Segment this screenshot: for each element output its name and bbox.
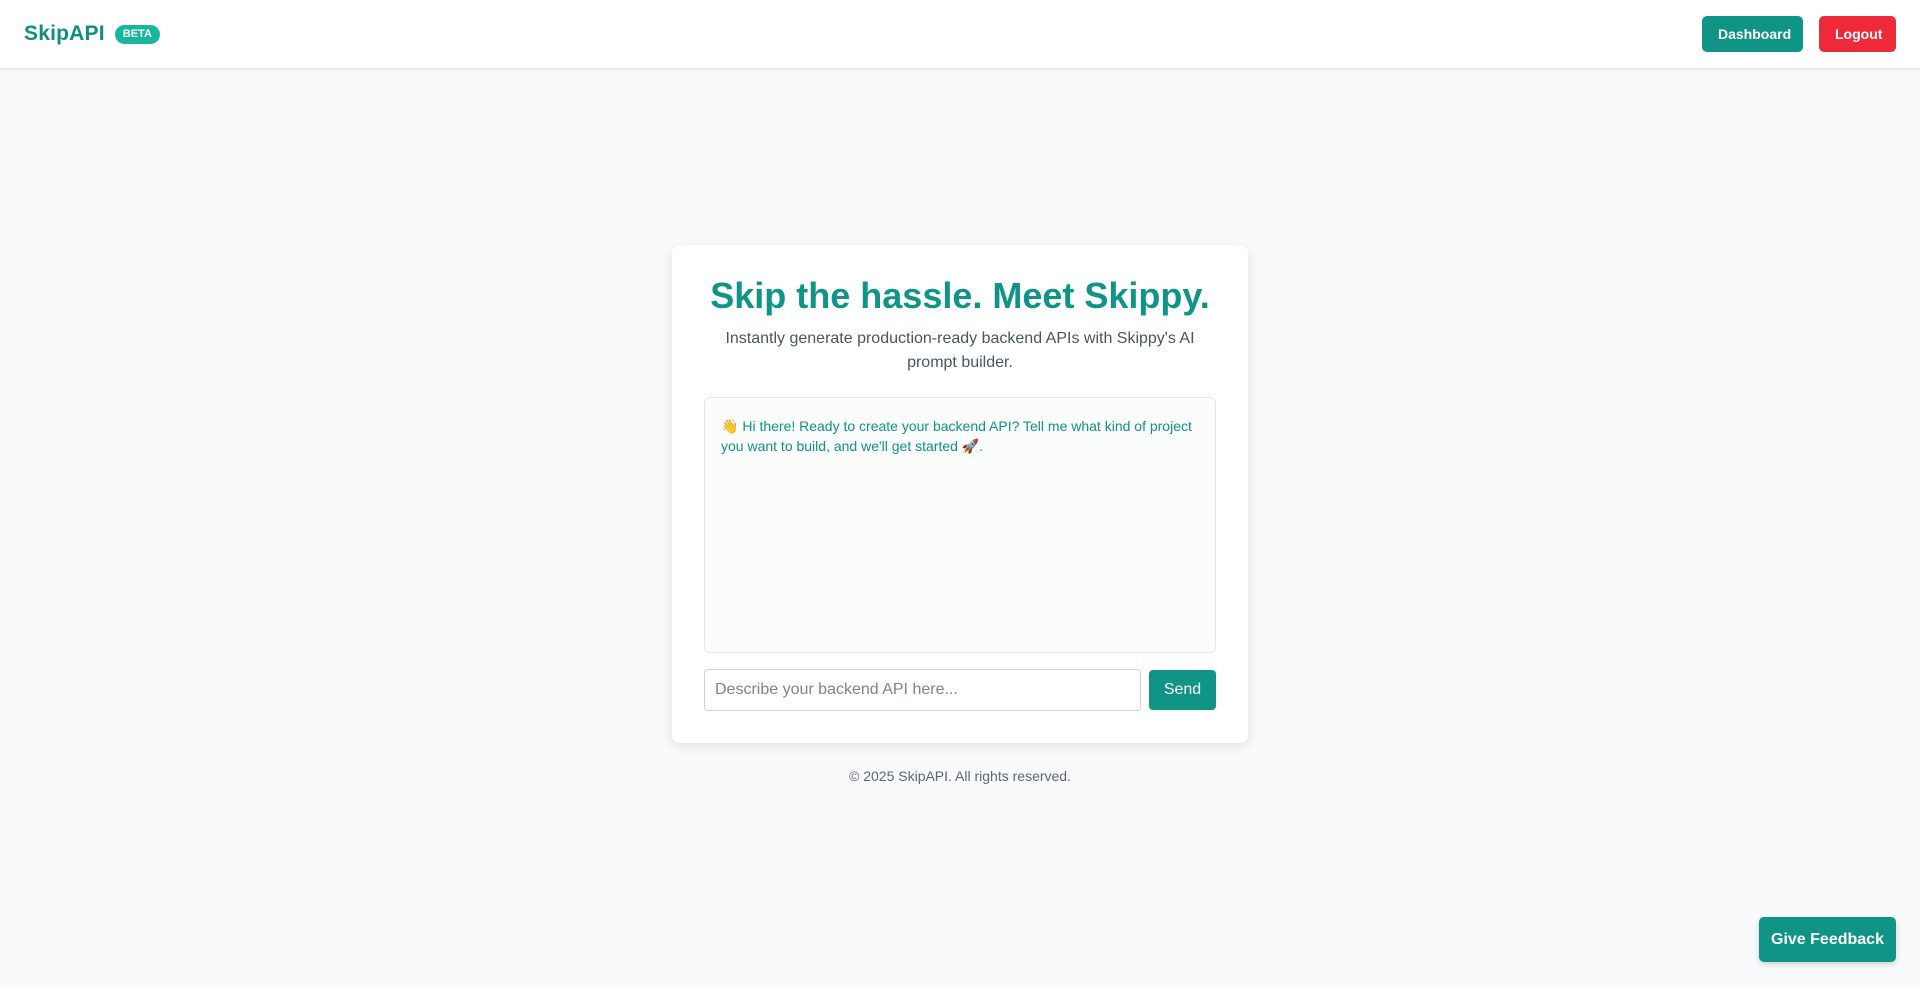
chat-history[interactable]: 👋 Hi there! Ready to create your backend…: [704, 397, 1216, 653]
beta-badge: BETA: [114, 24, 160, 44]
give-feedback-button[interactable]: Give Feedback: [1759, 917, 1896, 962]
page-subtitle: Instantly generate production-ready back…: [725, 330, 1195, 371]
bot-message-punct: .: [979, 438, 984, 454]
chat-input-row: Send: [704, 669, 1216, 711]
rocket-icon: 🚀: [961, 438, 980, 454]
brand-logo[interactable]: SkipAPI BETA: [24, 22, 160, 46]
bot-message: 👋 Hi there! Ready to create your backend…: [721, 416, 1199, 456]
top-navbar: SkipAPI BETA Dashboard Logout: [0, 0, 1920, 68]
prompt-builder-card: Skip the hassle. Meet Skippy. Instantly …: [672, 245, 1248, 743]
footer-copyright: © 2025 SkipAPI. All rights reserved.: [849, 768, 1071, 784]
api-description-input[interactable]: [704, 669, 1141, 711]
bot-message-text: Hi there! Ready to create your backend A…: [721, 418, 1192, 454]
waving-hand-icon: 👋: [721, 418, 739, 434]
logout-button[interactable]: Logout: [1819, 16, 1896, 52]
page-title: Skip the hassle. Meet Skippy.: [710, 275, 1210, 316]
send-button[interactable]: Send: [1149, 670, 1216, 710]
nav-actions: Dashboard Logout: [1702, 16, 1896, 52]
brand-name: SkipAPI: [24, 22, 105, 45]
dashboard-button[interactable]: Dashboard: [1702, 16, 1803, 52]
